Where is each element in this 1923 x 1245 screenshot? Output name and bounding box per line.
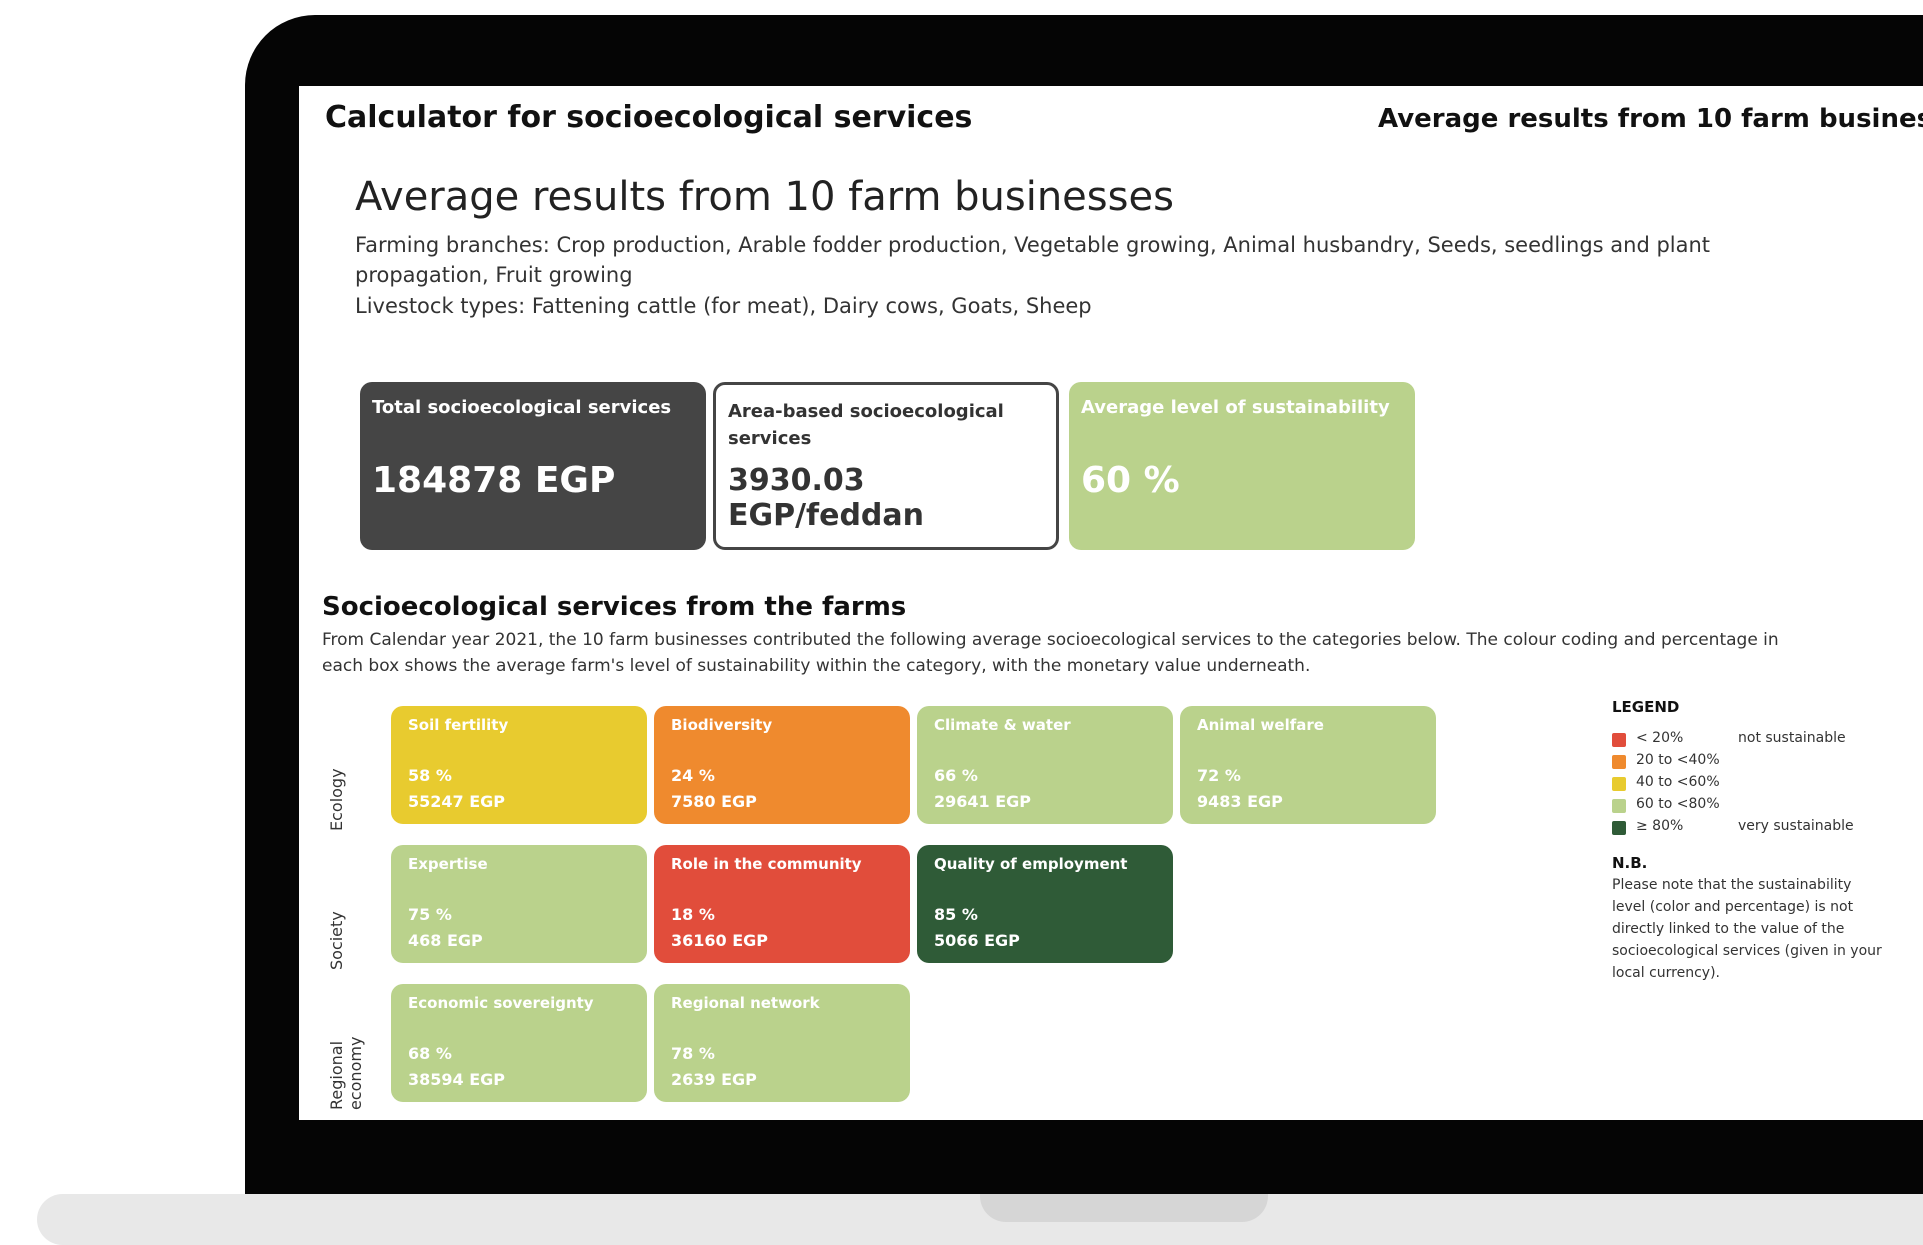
nb-title: N.B. bbox=[1612, 854, 1648, 872]
farming-branches-text: Farming branches: Crop production, Arabl… bbox=[355, 233, 1711, 257]
area-based-label-line2: services bbox=[728, 428, 812, 449]
tile-quality-of-employment[interactable]: Quality of employment 85 % 5066 EGP bbox=[917, 845, 1173, 963]
legend-range: 60 to <80% bbox=[1636, 796, 1720, 812]
tile-value: 36160 EGP bbox=[671, 931, 769, 950]
legend-swatch bbox=[1612, 777, 1626, 791]
section-title: Socioecological services from the farms bbox=[322, 592, 907, 622]
tile-percent: 72 % bbox=[1197, 766, 1241, 785]
area-based-label-line1: Area-based socioecological bbox=[728, 401, 1004, 422]
tile-regional-network[interactable]: Regional network 78 % 2639 EGP bbox=[654, 984, 910, 1102]
row-label-ecology: Ecology bbox=[327, 768, 346, 831]
farming-branches-text-cont: propagation, Fruit growing bbox=[355, 263, 633, 287]
row-label-regional-economy: Regional economy bbox=[327, 1037, 365, 1110]
legend-range: < 20% bbox=[1636, 730, 1684, 746]
legend-range: 40 to <60% bbox=[1636, 774, 1720, 790]
header-report-title: Average results from 10 farm businesses bbox=[1378, 104, 1923, 134]
tile-name: Expertise bbox=[408, 855, 488, 873]
tile-percent: 18 % bbox=[671, 905, 715, 924]
tile-value: 2639 EGP bbox=[671, 1070, 757, 1089]
tile-percent: 85 % bbox=[934, 905, 978, 924]
tile-name: Quality of employment bbox=[934, 855, 1128, 873]
nb-text-line: Please note that the sustainability bbox=[1612, 877, 1852, 893]
app-screen: Calculator for socioecological services … bbox=[299, 86, 1923, 1120]
tile-economic-sovereignty[interactable]: Economic sovereignty 68 % 38594 EGP bbox=[391, 984, 647, 1102]
total-services-label: Total socioecological services bbox=[372, 397, 672, 418]
page-title: Average results from 10 farm businesses bbox=[355, 174, 1174, 220]
tile-value: 55247 EGP bbox=[408, 792, 506, 811]
laptop-notch bbox=[980, 1194, 1268, 1222]
tile-name: Economic sovereignty bbox=[408, 994, 594, 1012]
tile-animal-welfare[interactable]: Animal welfare 72 % 9483 EGP bbox=[1180, 706, 1436, 824]
tile-name: Soil fertility bbox=[408, 716, 509, 734]
tile-value: 38594 EGP bbox=[408, 1070, 506, 1089]
tile-percent: 75 % bbox=[408, 905, 452, 924]
total-services-card: Total socioecological services 184878 EG… bbox=[360, 382, 706, 550]
tile-percent: 58 % bbox=[408, 766, 452, 785]
legend-range: 20 to <40% bbox=[1636, 752, 1720, 768]
section-description-cont: each box shows the average farm's level … bbox=[322, 656, 1311, 676]
legend-swatch bbox=[1612, 799, 1626, 813]
tile-name: Animal welfare bbox=[1197, 716, 1324, 734]
tile-name: Regional network bbox=[671, 994, 820, 1012]
tile-role-in-community[interactable]: Role in the community 18 % 36160 EGP bbox=[654, 845, 910, 963]
row-label-regional: Regional bbox=[327, 1040, 346, 1110]
livestock-types-text: Livestock types: Fattening cattle (for m… bbox=[355, 294, 1092, 318]
tile-name: Climate & water bbox=[934, 716, 1071, 734]
legend-note: very sustainable bbox=[1738, 818, 1854, 834]
tile-biodiversity[interactable]: Biodiversity 24 % 7580 EGP bbox=[654, 706, 910, 824]
tile-name: Role in the community bbox=[671, 855, 862, 873]
tile-percent: 24 % bbox=[671, 766, 715, 785]
tile-expertise[interactable]: Expertise 75 % 468 EGP bbox=[391, 845, 647, 963]
row-label-society: Society bbox=[327, 911, 346, 970]
tile-percent: 68 % bbox=[408, 1044, 452, 1063]
tile-value: 468 EGP bbox=[408, 931, 483, 950]
sustainability-value: 60 % bbox=[1081, 460, 1180, 501]
tile-percent: 78 % bbox=[671, 1044, 715, 1063]
tile-value: 9483 EGP bbox=[1197, 792, 1283, 811]
tile-value: 7580 EGP bbox=[671, 792, 757, 811]
nb-text-line: directly linked to the value of the bbox=[1612, 921, 1845, 937]
nb-text-line: local currency). bbox=[1612, 965, 1720, 981]
nb-text-line: socioecological services (given in your bbox=[1612, 943, 1882, 959]
legend-swatch bbox=[1612, 821, 1626, 835]
app-title: Calculator for socioecological services bbox=[325, 100, 973, 135]
legend-title: LEGEND bbox=[1612, 698, 1680, 716]
area-based-value: 3930.03 EGP/feddan bbox=[728, 463, 925, 533]
legend-range: ≥ 80% bbox=[1636, 818, 1684, 834]
area-based-label: Area-based socioecological services bbox=[728, 398, 1004, 452]
row-label-economy: economy bbox=[346, 1036, 365, 1110]
legend-note: not sustainable bbox=[1738, 730, 1846, 746]
sustainability-label: Average level of sustainability bbox=[1081, 397, 1390, 418]
legend-swatch bbox=[1612, 755, 1626, 769]
tile-value: 29641 EGP bbox=[934, 792, 1032, 811]
tile-percent: 66 % bbox=[934, 766, 978, 785]
tile-name: Biodiversity bbox=[671, 716, 773, 734]
total-services-value: 184878 EGP bbox=[372, 460, 616, 501]
sustainability-card: Average level of sustainability 60 % bbox=[1069, 382, 1415, 550]
section-description: From Calendar year 2021, the 10 farm bus… bbox=[322, 630, 1779, 650]
area-based-services-card: Area-based socioecological services 3930… bbox=[713, 382, 1059, 550]
nb-text-line: level (color and percentage) is not bbox=[1612, 899, 1854, 915]
tile-value: 5066 EGP bbox=[934, 931, 1020, 950]
legend-swatch bbox=[1612, 733, 1626, 747]
tile-climate-water[interactable]: Climate & water 66 % 29641 EGP bbox=[917, 706, 1173, 824]
tile-soil-fertility[interactable]: Soil fertility 58 % 55247 EGP bbox=[391, 706, 647, 824]
